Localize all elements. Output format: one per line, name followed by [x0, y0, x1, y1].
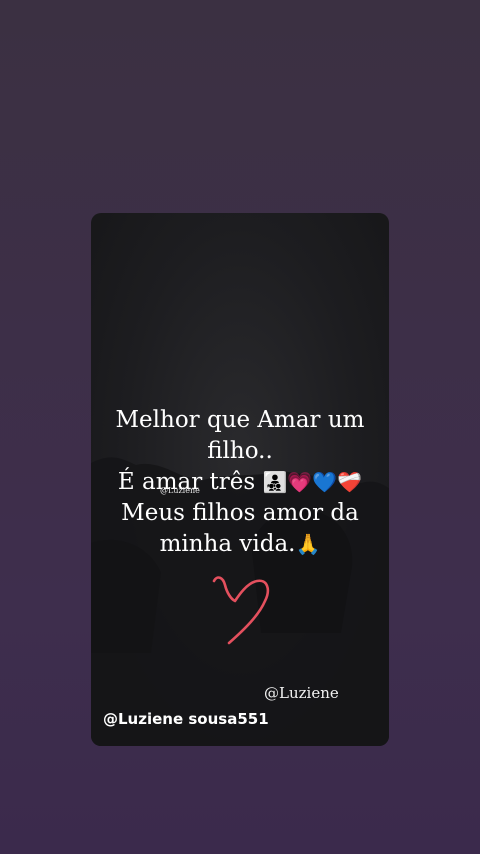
story-message: Melhor que Amar um filho.. É amar três 👨…	[91, 405, 389, 560]
message-line-3: É amar três 👨‍👧‍👦💗💙❤️‍🩹	[91, 467, 389, 498]
small-watermark: @Luziene	[160, 486, 200, 495]
message-line-2: filho..	[207, 438, 273, 464]
message-line-5: minha vida.🙏	[91, 529, 389, 560]
message-line-4: Meus filhos amor da	[121, 500, 359, 526]
family-hearts-emoji: 👨‍👧‍👦💗💙❤️‍🩹	[262, 470, 363, 494]
praying-hands-emoji: 🙏	[295, 532, 321, 556]
username-label[interactable]: @Luziene sousa551	[103, 710, 269, 728]
message-line-1: Melhor que Amar um	[115, 407, 365, 433]
heart-doodle-icon	[212, 576, 270, 645]
story-card[interactable]: Melhor que Amar um filho.. É amar três 👨…	[91, 213, 389, 746]
signature-watermark: @Luziene	[264, 684, 339, 702]
message-line-5-text: minha vida.	[159, 531, 296, 557]
